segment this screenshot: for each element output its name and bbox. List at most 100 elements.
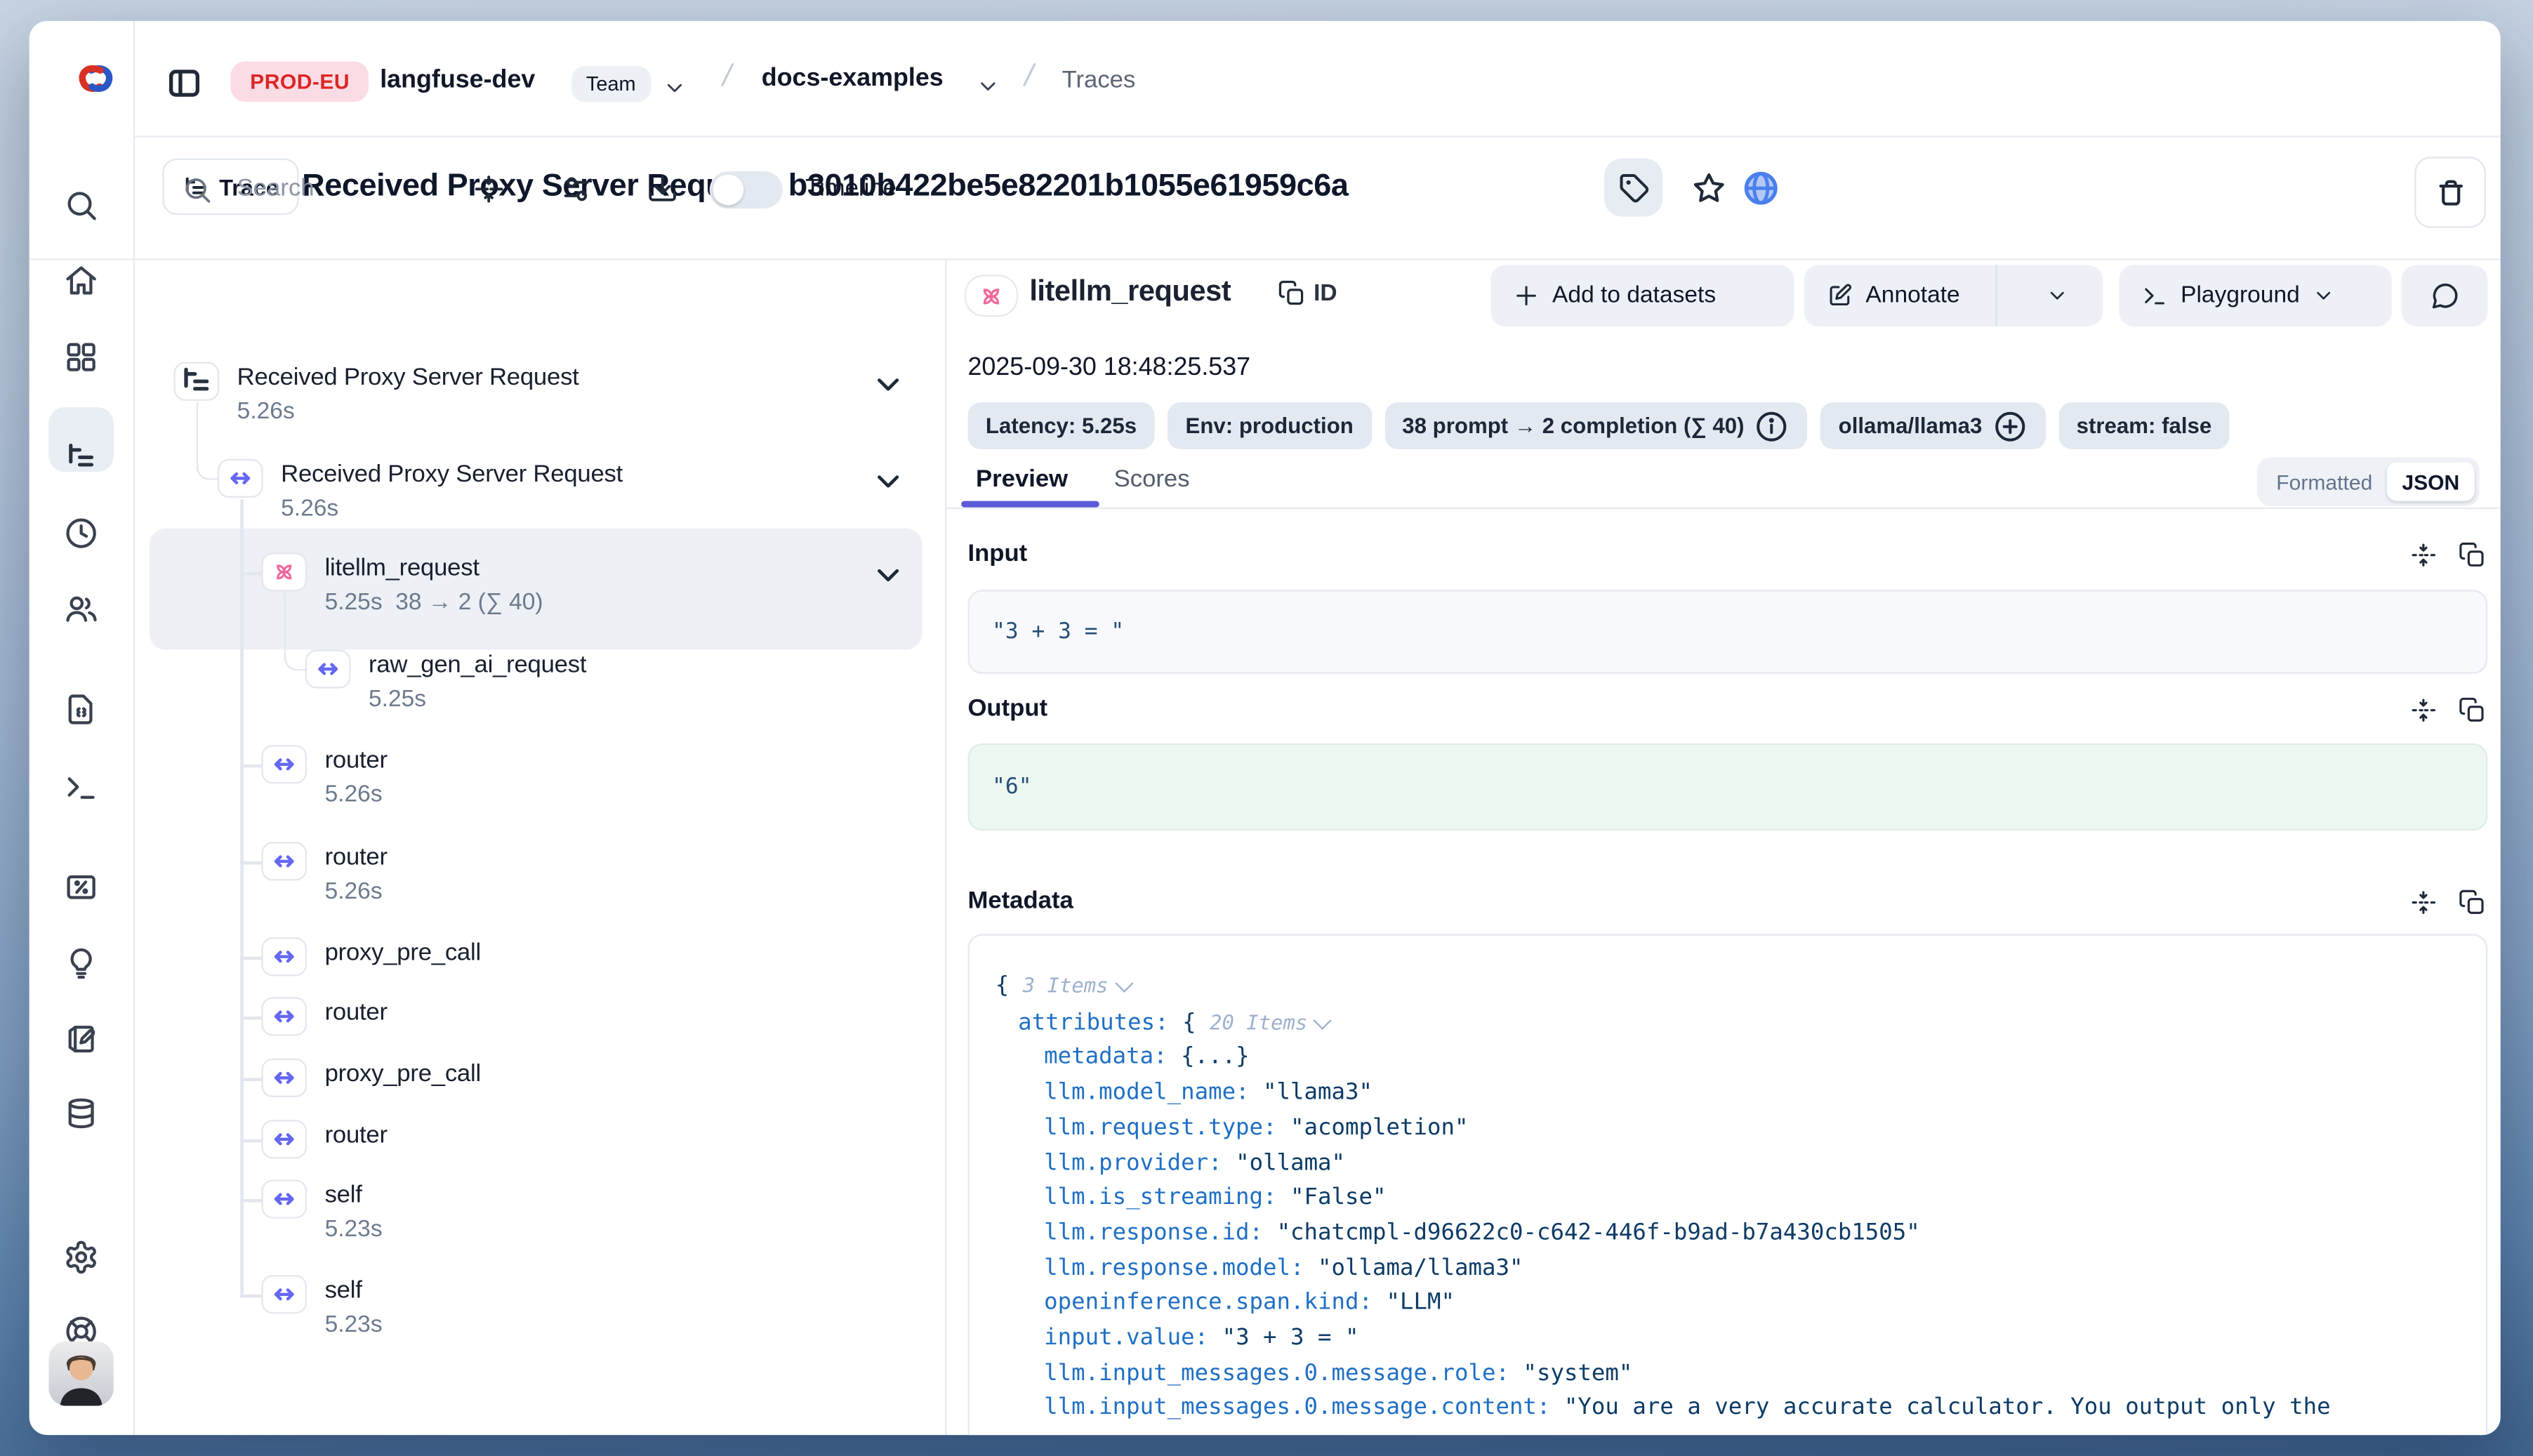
- download-icon[interactable]: [647, 173, 679, 205]
- tags-button[interactable]: [1604, 159, 1662, 217]
- copy-section-icon[interactable]: [2459, 889, 2486, 916]
- rail-item-users-icon[interactable]: [63, 591, 99, 627]
- format-option-formatted[interactable]: Formatted: [2262, 470, 2387, 494]
- tree-row-name[interactable]: Received Proxy Server Request: [281, 461, 623, 488]
- span-arrows-icon: [261, 745, 307, 783]
- copy-section-icon[interactable]: [2459, 541, 2486, 569]
- project-chevron-down-icon[interactable]: [976, 74, 1000, 99]
- user-avatar[interactable]: [48, 1342, 114, 1406]
- trace-tree-icon: [173, 362, 219, 401]
- tree-row-chevron-down-icon[interactable]: [871, 367, 906, 403]
- speech-bubble-icon: [2430, 282, 2459, 310]
- annotate-button-group[interactable]: Annotate: [1804, 265, 2103, 326]
- fold-section-icon[interactable]: [2409, 696, 2437, 724]
- tree-row-name[interactable]: proxy_pre_call: [325, 1060, 481, 1087]
- span-arrows-icon: [218, 459, 263, 498]
- tree-row-duration: 5.25s: [369, 687, 426, 713]
- rail-item-sessions-clock-icon[interactable]: [63, 515, 99, 551]
- comment-button[interactable]: [2402, 265, 2488, 326]
- breadcrumb-org-name[interactable]: langfuse-dev: [380, 66, 535, 95]
- span-arrows-icon: [261, 842, 307, 880]
- plus-circle-icon[interactable]: [1992, 408, 2028, 444]
- json-line: llm.is_streaming: "False": [996, 1182, 2460, 1217]
- search-input[interactable]: Search: [237, 175, 315, 202]
- rail-item-annotation-clipboard-icon[interactable]: [63, 1021, 99, 1057]
- rail-item-tracing-icon[interactable]: [63, 439, 99, 475]
- public-globe-icon[interactable]: [1742, 170, 1780, 207]
- tree-connector: [240, 1199, 261, 1201]
- tree-row-name[interactable]: router: [325, 999, 388, 1026]
- playground-button[interactable]: Playground: [2119, 265, 2392, 326]
- breadcrumb-project-name[interactable]: docs-examples: [762, 65, 944, 93]
- timeline-toggle[interactable]: [710, 171, 783, 209]
- tree-row-name[interactable]: litellm_request: [325, 555, 480, 582]
- langfuse-logo-icon[interactable]: [74, 60, 117, 102]
- org-chevron-down-icon[interactable]: [663, 76, 687, 100]
- observation-badge[interactable]: 38 prompt → 2 completion (∑ 40): [1384, 402, 1808, 449]
- observation-badge[interactable]: Env: production: [1168, 402, 1371, 449]
- tree-row-name[interactable]: raw_gen_ai_request: [369, 651, 586, 679]
- copy-section-icon[interactable]: [2459, 696, 2486, 724]
- collapse-all-icon[interactable]: [472, 173, 505, 205]
- fold-section-icon[interactable]: [2409, 541, 2437, 569]
- rail-item-evaluation-percent-icon[interactable]: [63, 869, 99, 905]
- add-to-datasets-button[interactable]: Add to datasets: [1490, 265, 1794, 326]
- tree-row-name[interactable]: router: [325, 746, 388, 774]
- copy-id-icon[interactable]: [1278, 279, 1305, 307]
- copy-id-label[interactable]: ID: [1314, 282, 1337, 307]
- info-icon[interactable]: [1754, 408, 1790, 444]
- rail-item-insights-lightbulb-icon[interactable]: [63, 946, 99, 981]
- toggle-knob: [713, 175, 743, 206]
- output-value: "6": [992, 774, 1031, 800]
- rail-item-playground-terminal-icon[interactable]: [63, 769, 99, 805]
- tree-connector: [284, 593, 307, 670]
- rail-item-dashboards-icon[interactable]: [63, 339, 99, 375]
- fold-section-icon[interactable]: [2409, 889, 2437, 916]
- annotate-dropdown-chevron-icon[interactable]: [2010, 284, 2103, 307]
- sidebar-toggle-icon[interactable]: [166, 65, 203, 102]
- annotate-button[interactable]: Annotate: [1804, 283, 1983, 309]
- tree-connector: [240, 765, 261, 767]
- rail-item-search-icon[interactable]: [63, 187, 99, 223]
- json-line: llm.response.model: "ollama/llama3": [996, 1252, 2460, 1287]
- tree-row-name[interactable]: self: [325, 1276, 362, 1304]
- tree-row-name[interactable]: router: [325, 844, 388, 871]
- json-line: metadata: {...}: [996, 1041, 2460, 1076]
- observation-badge[interactable]: Latency: 5.25s: [967, 402, 1154, 449]
- observation-badge[interactable]: ollama/llama3: [1820, 402, 2045, 449]
- rail-item-datasets-database-icon[interactable]: [63, 1096, 99, 1132]
- tab-preview[interactable]: Preview: [976, 465, 1068, 493]
- tree-row-name[interactable]: Received Proxy Server Request: [237, 364, 579, 391]
- metadata-json-viewer[interactable]: { 3 Itemsattributes: { 20 Itemsmetadata:…: [967, 934, 2487, 1435]
- filter-sliders-icon[interactable]: [560, 173, 593, 205]
- trash-icon: [2435, 177, 2466, 208]
- observation-timestamp: 2025-09-30 18:48:25.537: [967, 354, 1250, 383]
- format-toggle[interactable]: Formatted JSON: [2257, 457, 2480, 505]
- tree-row-name[interactable]: proxy_pre_call: [325, 939, 481, 966]
- breadcrumb-page[interactable]: Traces: [1062, 66, 1136, 93]
- tree-connector: [240, 1139, 261, 1141]
- json-line: llm.request.type: "acompletion": [996, 1111, 2460, 1146]
- rail-divider: [133, 21, 135, 1435]
- panel-divider: [945, 258, 946, 1435]
- rail-item-prompts-file-icon[interactable]: [63, 691, 99, 727]
- format-option-json[interactable]: JSON: [2387, 462, 2475, 501]
- tree-row-name[interactable]: self: [325, 1182, 362, 1209]
- tab-scores[interactable]: Scores: [1114, 465, 1190, 493]
- observation-badge[interactable]: stream: false: [2058, 402, 2230, 449]
- rail-item-settings-gear-icon[interactable]: [63, 1240, 99, 1276]
- delete-trace-button[interactable]: [2414, 157, 2486, 227]
- json-line: { 3 Items: [996, 968, 2460, 1005]
- observation-title: litellm_request: [1029, 274, 1231, 308]
- bookmark-star-icon[interactable]: [1692, 171, 1726, 205]
- tree-connector: [240, 1295, 261, 1297]
- tree-row-chevron-down-icon[interactable]: [871, 464, 906, 500]
- plus-icon: [1514, 283, 1540, 309]
- tree-row-chevron-down-icon[interactable]: [871, 557, 906, 593]
- rail-item-home-icon[interactable]: [63, 263, 99, 299]
- environment-badge[interactable]: PROD-EU: [230, 61, 369, 102]
- tree-connector: [240, 499, 242, 1295]
- tree-row-duration: 5.23s: [325, 1217, 383, 1243]
- org-type-badge: Team: [571, 66, 650, 102]
- tree-row-name[interactable]: router: [325, 1122, 388, 1149]
